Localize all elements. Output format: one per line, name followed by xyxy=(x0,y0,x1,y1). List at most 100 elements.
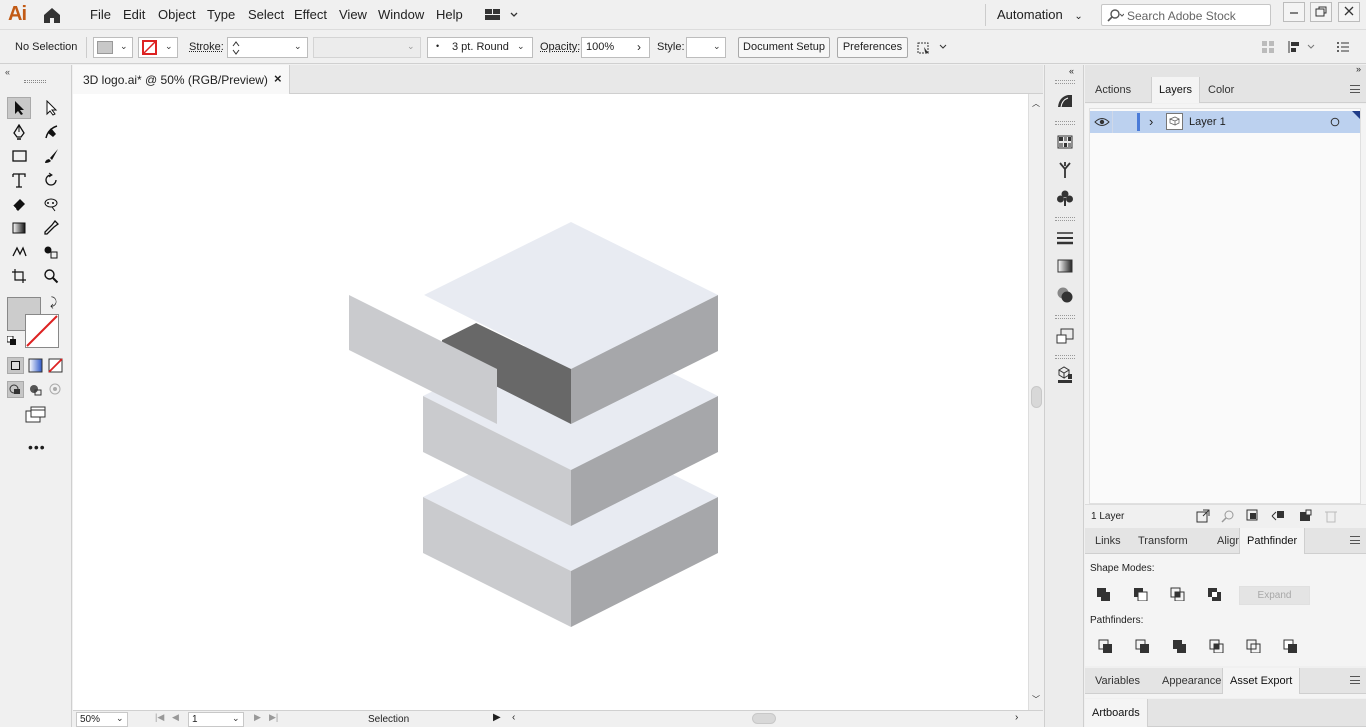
stroke-weight-input[interactable]: ⌄ xyxy=(227,37,308,58)
gradient-tool-icon[interactable] xyxy=(7,217,31,239)
pen-tool-icon[interactable] xyxy=(7,121,31,143)
clipping-mask-icon[interactable] xyxy=(1246,509,1260,523)
merge-icon[interactable] xyxy=(1172,639,1188,653)
edit-toolbar-icon[interactable]: ••• xyxy=(28,439,46,455)
panel-menu-icon[interactable] xyxy=(1336,40,1350,54)
gradient-panel-icon[interactable] xyxy=(1053,255,1077,277)
scroll-down-icon[interactable]: ﹀ xyxy=(1032,694,1040,705)
type-tool-icon[interactable] xyxy=(7,169,31,191)
stroke-swatch-dropdown[interactable]: ⌄ xyxy=(138,37,178,58)
minus-back-icon[interactable] xyxy=(1283,639,1299,653)
trim-icon[interactable] xyxy=(1135,639,1151,653)
menu-view[interactable]: View xyxy=(339,7,367,22)
scroll-right-icon[interactable]: › xyxy=(1015,712,1018,723)
document-tab[interactable]: 3D logo.ai* @ 50% (RGB/Preview) × xyxy=(73,65,290,94)
crop-icon[interactable] xyxy=(1209,639,1225,653)
next-artboard-icon[interactable]: ▶ xyxy=(254,712,261,723)
panel-menu-icon[interactable] xyxy=(1350,676,1360,684)
menu-effect[interactable]: Effect xyxy=(294,7,327,22)
new-layer-icon[interactable] xyxy=(1298,509,1312,523)
puppet-warp-tool-icon[interactable] xyxy=(39,193,63,215)
first-artboard-icon[interactable]: |◀ xyxy=(155,712,164,723)
collapse-panels-icon[interactable]: » xyxy=(1356,64,1361,74)
collect-export-icon[interactable] xyxy=(1196,509,1210,523)
restore-button[interactable] xyxy=(1310,2,1332,22)
gradient-mode-icon[interactable] xyxy=(27,357,44,374)
menu-file[interactable]: File xyxy=(90,7,111,22)
none-mode-icon[interactable] xyxy=(47,357,64,374)
close-window-button[interactable] xyxy=(1338,2,1360,22)
select-similar-icon[interactable] xyxy=(915,39,949,57)
draw-normal-icon[interactable] xyxy=(7,381,24,398)
artboards-icon[interactable] xyxy=(1053,325,1077,347)
transparency-icon[interactable] xyxy=(1053,284,1077,306)
horizontal-scrollbar[interactable]: ‹ › xyxy=(507,711,1027,727)
blend-tool-icon[interactable] xyxy=(7,241,31,263)
curvature-tool-icon[interactable] xyxy=(39,121,63,143)
artboard-tool-icon[interactable] xyxy=(7,265,31,287)
unite-icon[interactable] xyxy=(1096,587,1112,601)
rotate-tool-icon[interactable] xyxy=(39,169,63,191)
artboard-canvas[interactable] xyxy=(73,94,1028,710)
graphic-style-dropdown[interactable]: ⌄ xyxy=(686,37,726,58)
color-mode-icon[interactable] xyxy=(7,357,24,374)
symbols-icon[interactable] xyxy=(1053,187,1077,209)
previous-artboard-icon[interactable]: ◀ xyxy=(172,712,179,723)
outline-icon[interactable] xyxy=(1246,639,1262,653)
close-tab-icon[interactable]: × xyxy=(274,71,282,86)
draw-inside-icon[interactable] xyxy=(47,381,64,398)
draw-behind-icon[interactable] xyxy=(27,381,44,398)
dock-grip[interactable] xyxy=(1055,315,1075,319)
transform-icon[interactable] xyxy=(1286,39,1320,55)
tab-color[interactable]: Color xyxy=(1201,77,1241,103)
locate-object-icon[interactable] xyxy=(1221,509,1235,523)
panel-menu-icon[interactable] xyxy=(1350,536,1360,544)
scroll-left-icon[interactable]: ‹ xyxy=(512,712,515,723)
menu-edit[interactable]: Edit xyxy=(123,7,145,22)
dock-grip[interactable] xyxy=(1055,355,1075,359)
chevron-right-icon[interactable]: › xyxy=(1149,114,1153,129)
menu-type[interactable]: Type xyxy=(207,7,235,22)
layer-name[interactable]: Layer 1 xyxy=(1189,116,1226,128)
expand-button[interactable]: Expand xyxy=(1239,586,1310,605)
vertical-scrollbar[interactable]: ︿ ﹀ xyxy=(1028,94,1043,710)
menu-help[interactable]: Help xyxy=(436,7,463,22)
delete-layer-icon[interactable] xyxy=(1324,509,1338,523)
shape-builder-tool-icon[interactable] xyxy=(39,241,63,263)
dock-grip[interactable] xyxy=(1055,121,1075,125)
new-sublayer-icon[interactable] xyxy=(1271,509,1285,523)
paintbrush-tool-icon[interactable] xyxy=(39,145,63,167)
tab-actions[interactable]: Actions xyxy=(1088,77,1138,103)
layer-row[interactable]: › Layer 1 xyxy=(1090,111,1360,133)
status-menu-icon[interactable]: ▶ xyxy=(493,712,501,723)
home-icon[interactable] xyxy=(41,5,63,25)
tab-artboards[interactable]: Artboards xyxy=(1085,699,1148,727)
minus-front-icon[interactable] xyxy=(1133,587,1149,601)
tab-links[interactable]: Links xyxy=(1088,528,1128,554)
menu-window[interactable]: Window xyxy=(378,7,424,22)
screen-mode-icon[interactable] xyxy=(25,406,47,424)
tab-asset-export[interactable]: Asset Export xyxy=(1222,668,1301,694)
brushes-icon[interactable] xyxy=(1053,159,1077,181)
align-icon[interactable] xyxy=(1260,39,1276,55)
tab-appearance[interactable]: Appearance xyxy=(1155,668,1228,694)
opacity-input[interactable]: 100% › xyxy=(581,37,650,58)
collapse-panel-icon[interactable]: « xyxy=(5,67,10,77)
exclude-icon[interactable] xyxy=(1207,587,1223,601)
tab-transform[interactable]: Transform xyxy=(1131,528,1195,554)
intersect-icon[interactable] xyxy=(1170,587,1186,601)
zoom-dropdown[interactable]: 50% ⌄ xyxy=(76,712,128,727)
eyedropper-tool-icon[interactable] xyxy=(39,217,63,239)
lock-column[interactable] xyxy=(1112,111,1113,133)
rectangle-tool-icon[interactable] xyxy=(7,145,31,167)
target-icon[interactable] xyxy=(1330,117,1340,127)
collapse-dock-icon[interactable]: « xyxy=(1069,66,1074,76)
panel-grip[interactable] xyxy=(24,80,46,83)
minimize-button[interactable] xyxy=(1283,2,1305,22)
search-stock-input[interactable]: Search Adobe Stock xyxy=(1101,4,1271,26)
tab-pathfinder[interactable]: Pathfinder xyxy=(1239,528,1306,554)
menu-object[interactable]: Object xyxy=(158,7,196,22)
swatches-icon[interactable] xyxy=(1053,131,1077,153)
brush-definition-dropdown[interactable]: • 3 pt. Round ⌄ xyxy=(427,37,533,58)
fill-swatch-dropdown[interactable]: ⌄ xyxy=(93,37,133,58)
